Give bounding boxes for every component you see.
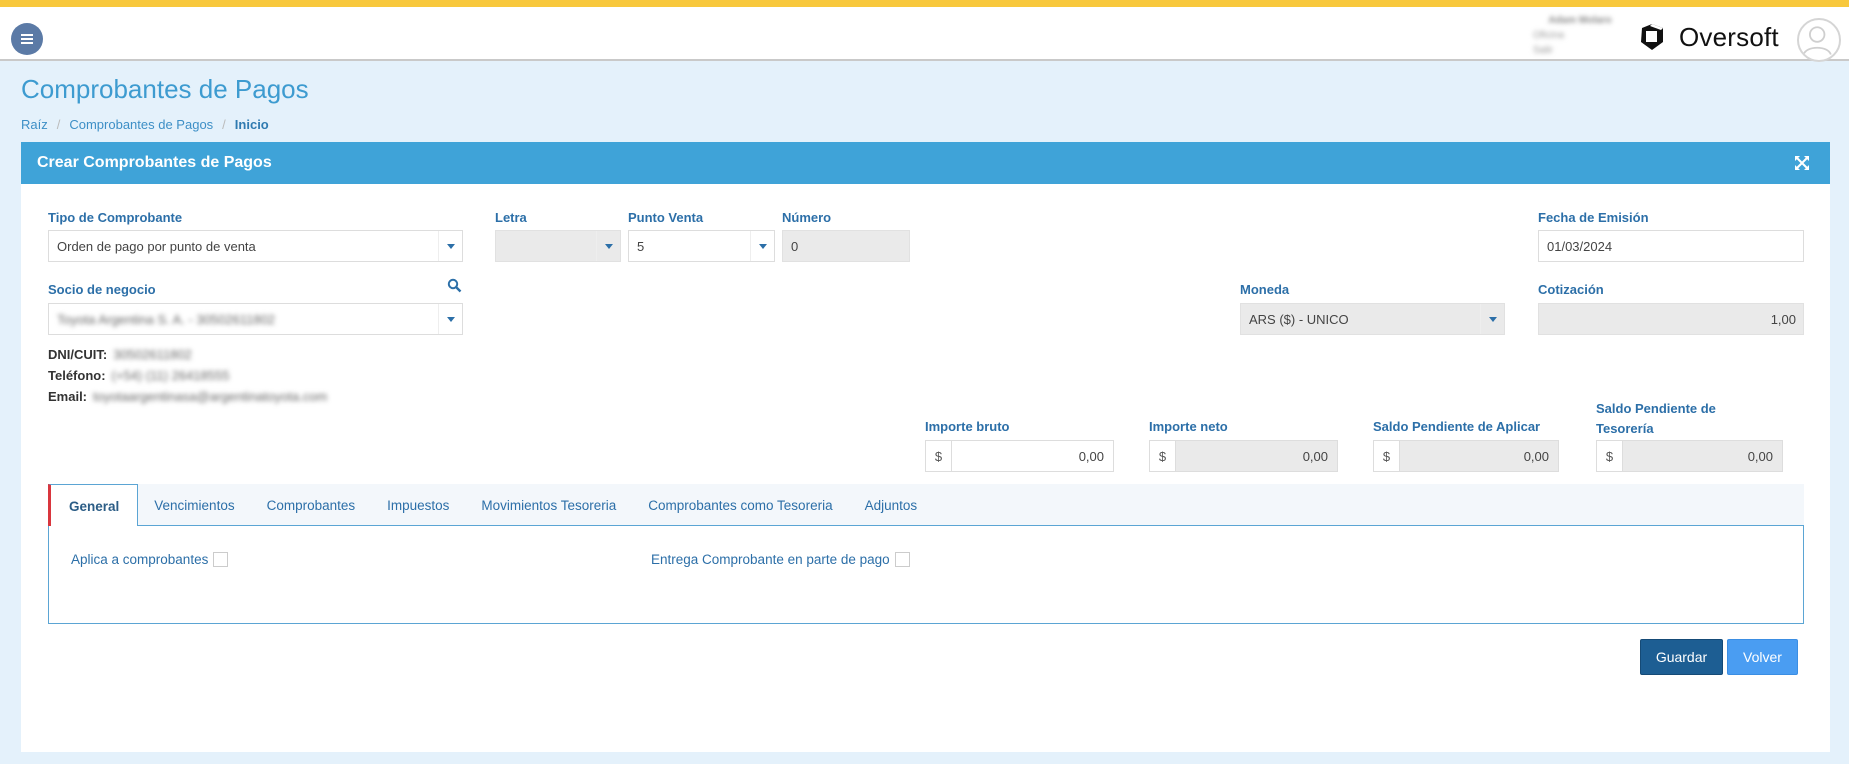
email-label: Email: [48, 389, 88, 404]
hamburger-menu-button[interactable] [11, 23, 43, 55]
punto-venta-value: 5 [637, 239, 645, 254]
tab-panel-general: Aplica a comprobantes Entrega Comprobant… [48, 526, 1804, 624]
importe-bruto-label: Importe bruto [925, 419, 1010, 434]
chevron-down-icon[interactable] [596, 231, 620, 261]
telefono-label: Teléfono: [48, 368, 106, 383]
cotizacion-value: 1,00 [1770, 312, 1796, 327]
tab-adjuntos[interactable]: Adjuntos [849, 484, 934, 526]
hamburger-icon [21, 33, 33, 45]
socio-negocio-select[interactable]: Toyota Argentina S. A. - 30502611802 [48, 303, 463, 335]
socio-negocio-value: Toyota Argentina S. A. - 30502611802 [57, 312, 276, 327]
tab-movimientos-tesoreria[interactable]: Movimientos Tesoreria [465, 484, 632, 526]
breadcrumb-root[interactable]: Raíz [21, 117, 48, 132]
top-navbar: Adam Molaro Oficina Salir Oversoft [0, 7, 1849, 62]
saldo-tesoreria-field[interactable]: $ 0,00 [1596, 440, 1783, 472]
dni-label: DNI/CUIT: [48, 347, 108, 362]
currency-symbol: $ [1150, 441, 1176, 471]
main-card: Crear Comprobantes de Pagos Tipo de Comp… [21, 142, 1830, 752]
brand-name: Oversoft [1679, 21, 1779, 52]
numero-value: 0 [791, 239, 799, 254]
fecha-emision-field[interactable]: 01/03/2024 [1538, 230, 1804, 262]
aplica-comprobantes-option[interactable]: Aplica a comprobantes [71, 552, 229, 567]
letra-select[interactable] [495, 230, 621, 262]
brand: Oversoft [1637, 18, 1779, 56]
expand-icon[interactable] [1794, 155, 1810, 171]
aplica-comprobantes-label: Aplica a comprobantes [71, 552, 209, 567]
aplica-comprobantes-checkbox[interactable] [213, 552, 229, 567]
importe-neto-field[interactable]: $ 0,00 [1149, 440, 1338, 472]
socio-negocio-label: Socio de negocio [48, 282, 156, 297]
tipo-comprobante-label: Tipo de Comprobante [48, 210, 183, 225]
punto-venta-select[interactable]: 5 [628, 230, 775, 262]
saldo-aplicar-value: 0,00 [1400, 441, 1558, 471]
letra-label: Letra [495, 210, 527, 225]
importe-neto-label: Importe neto [1149, 419, 1228, 434]
breadcrumb-current: Inicio [234, 117, 269, 132]
page-title: Comprobantes de Pagos [21, 74, 309, 104]
tab-bar: General Vencimientos Comprobantes Impues… [48, 484, 1804, 527]
tab-comprobantes-como-tesoreria[interactable]: Comprobantes como Tesoreria [632, 484, 848, 526]
importe-bruto-value: 0,00 [1078, 449, 1104, 464]
entrega-comprobante-label: Entrega Comprobante en parte de pago [651, 552, 890, 567]
saldo-tesoreria-label-line2: Tesorería [1596, 421, 1654, 436]
saldo-tesoreria-value: 0,00 [1623, 441, 1782, 471]
chevron-down-icon[interactable] [750, 231, 774, 261]
breadcrumb-comprobantes[interactable]: Comprobantes de Pagos [69, 117, 213, 132]
moneda-select[interactable]: ARS ($) - UNICO [1240, 303, 1505, 335]
importe-neto-value: 0,00 [1176, 441, 1337, 471]
user-avatar-icon[interactable] [1797, 18, 1841, 62]
user-office: Oficina [1533, 30, 1565, 41]
save-button[interactable]: Guardar [1640, 639, 1723, 675]
cotizacion-label: Cotización [1538, 282, 1604, 297]
saldo-tesoreria-label: Saldo Pendiente de Tesorería [1596, 399, 1716, 439]
fecha-emision-value: 01/03/2024 [1547, 239, 1613, 254]
user-logout[interactable]: Salir [1533, 45, 1635, 56]
dni-line: DNI/CUIT: 30502611802 [48, 347, 192, 362]
dni-value: 30502611802 [113, 347, 192, 362]
back-button[interactable]: Volver [1727, 639, 1798, 675]
top-accent-stripe [0, 0, 1849, 7]
chevron-down-icon[interactable] [1480, 304, 1504, 334]
currency-symbol: $ [926, 441, 952, 471]
saldo-aplicar-label: Saldo Pendiente de Aplicar [1373, 419, 1541, 434]
breadcrumb: Raíz / Comprobantes de Pagos / Inicio [21, 117, 269, 132]
numero-field[interactable]: 0 [782, 230, 910, 262]
chevron-down-icon[interactable] [438, 304, 462, 334]
chevron-down-icon[interactable] [438, 231, 462, 261]
currency-symbol: $ [1597, 441, 1623, 471]
telefono-value: (+54) (11) 26418555 [111, 368, 230, 383]
card-title: Crear Comprobantes de Pagos [37, 154, 272, 171]
punto-venta-label: Punto Venta [628, 210, 704, 225]
entrega-comprobante-option[interactable]: Entrega Comprobante en parte de pago [651, 552, 910, 567]
moneda-value: ARS ($) - UNICO [1249, 312, 1349, 327]
numero-label: Número [782, 210, 832, 225]
tab-impuestos[interactable]: Impuestos [371, 484, 465, 526]
saldo-tesoreria-label-line1: Saldo Pendiente de [1596, 401, 1716, 416]
tipo-comprobante-value: Orden de pago por punto de venta [57, 239, 256, 254]
cotizacion-field[interactable]: 1,00 [1538, 303, 1804, 335]
user-info[interactable]: Adam Molaro Oficina Salir [1525, 15, 1635, 61]
card-header: Crear Comprobantes de Pagos [21, 142, 1830, 184]
fecha-emision-label: Fecha de Emisión [1538, 210, 1649, 225]
email-line: Email: toyotaargentinasa@argentinatoyota.… [48, 389, 327, 404]
saldo-aplicar-field[interactable]: $ 0,00 [1373, 440, 1559, 472]
oversoft-logo-icon [1637, 22, 1667, 52]
email-value: toyotaargentinasa@argentinatoyota.com [93, 389, 328, 404]
telefono-line: Teléfono: (+54) (11) 26418555 [48, 368, 229, 383]
entrega-comprobante-checkbox[interactable] [894, 552, 910, 567]
importe-bruto-field[interactable]: $ 0,00 [925, 440, 1114, 472]
user-name: Adam Molaro [1548, 15, 1612, 26]
moneda-label: Moneda [1240, 282, 1290, 297]
search-icon[interactable] [447, 278, 462, 293]
tab-comprobantes[interactable]: Comprobantes [251, 484, 372, 526]
tab-general[interactable]: General [48, 484, 139, 527]
tab-vencimientos[interactable]: Vencimientos [138, 484, 250, 526]
currency-symbol: $ [1374, 441, 1400, 471]
tipo-comprobante-select[interactable]: Orden de pago por punto de venta [48, 230, 463, 262]
